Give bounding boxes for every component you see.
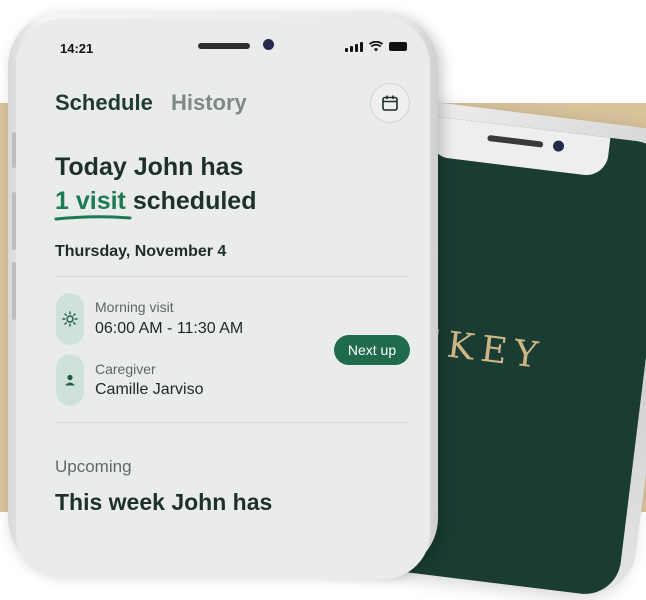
divider bbox=[55, 276, 409, 277]
headline-line1: Today John has bbox=[55, 153, 244, 181]
front-phone: 14:21 Schedule History Today John has 1 … bbox=[8, 12, 438, 579]
sun-icon bbox=[62, 311, 78, 327]
visit-count: 1 visit bbox=[55, 187, 126, 215]
status-time: 14:21 bbox=[60, 41, 94, 56]
speaker-grille bbox=[198, 43, 250, 49]
page-title: Today John has 1 visit scheduled bbox=[55, 150, 256, 218]
person-icon bbox=[65, 374, 75, 386]
caregiver-name: Camille Jarviso bbox=[95, 381, 204, 398]
signal-icon bbox=[345, 41, 363, 52]
visit-icon-pill bbox=[56, 293, 84, 345]
accent-underline bbox=[54, 215, 132, 221]
caregiver-icon-pill bbox=[56, 354, 84, 406]
back-phone-camera bbox=[552, 139, 565, 153]
caregiver-label: Caregiver bbox=[95, 361, 156, 377]
status-icons bbox=[345, 41, 407, 52]
headline-line2: 1 visit scheduled bbox=[55, 184, 256, 218]
morning-visit-label: Morning visit bbox=[95, 299, 174, 315]
morning-visit-time: 06:00 AM - 11:30 AM bbox=[95, 320, 244, 337]
date-label: Thursday, November 4 bbox=[55, 243, 227, 260]
upcoming-section-label: Upcoming bbox=[55, 457, 132, 476]
divider bbox=[55, 422, 409, 423]
app-screen: 14:21 Schedule History Today John has 1 … bbox=[16, 19, 430, 579]
headline-rest: scheduled bbox=[125, 187, 257, 215]
calendar-icon bbox=[382, 95, 398, 111]
wifi-icon bbox=[369, 41, 383, 52]
calendar-button[interactable] bbox=[370, 83, 410, 123]
next-up-badge[interactable]: Next up bbox=[334, 335, 410, 365]
battery-icon bbox=[389, 42, 407, 51]
tab-history[interactable]: History bbox=[171, 90, 247, 116]
back-phone-speaker bbox=[487, 134, 544, 148]
tab-schedule[interactable]: Schedule bbox=[55, 90, 153, 116]
front-camera bbox=[263, 39, 274, 50]
